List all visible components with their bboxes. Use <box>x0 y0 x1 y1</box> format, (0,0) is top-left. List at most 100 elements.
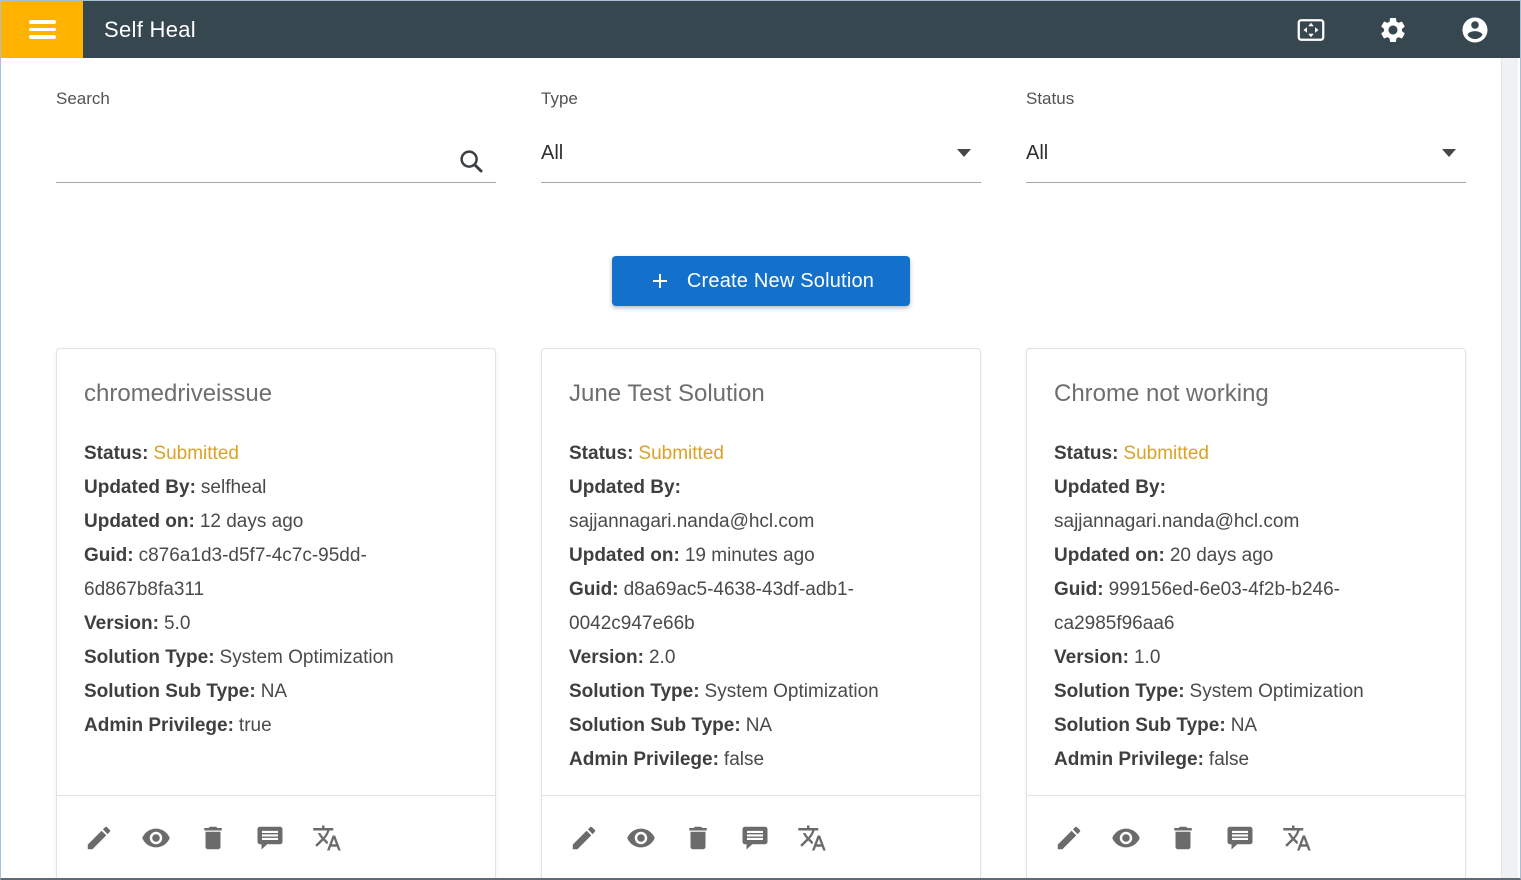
solution-details: Status:SubmittedUpdated By:sajjannagari.… <box>1054 437 1438 777</box>
field-row: Solution Sub Type:NA <box>84 675 468 709</box>
view-icon <box>141 823 171 853</box>
field-row: Solution Type:System Optimization <box>1054 675 1438 709</box>
edit-icon <box>569 823 599 853</box>
view-button[interactable] <box>626 823 656 853</box>
field-label: Solution Type: <box>1054 681 1185 702</box>
field-label: Solution Sub Type: <box>1054 715 1226 736</box>
edit-icon <box>84 823 114 853</box>
field-label: Admin Privilege: <box>1054 749 1204 770</box>
search-field <box>56 139 496 183</box>
edit-button[interactable] <box>84 823 114 853</box>
translate-button[interactable] <box>312 823 342 853</box>
overscan-icon <box>1296 15 1326 45</box>
field-label: Updated By: <box>84 477 196 498</box>
field-row: Updated By:sajjannagari.nanda@hcl.com <box>1054 471 1438 539</box>
field-row: Updated on:12 days ago <box>84 505 468 539</box>
field-row: Solution Type:System Optimization <box>84 641 468 675</box>
field-value: false <box>724 749 764 770</box>
menu-button[interactable] <box>1 1 83 58</box>
field-label: Status: <box>84 443 148 464</box>
field-value: 2.0 <box>649 647 675 668</box>
field-value: System Optimization <box>705 681 879 702</box>
create-button-row: Create New Solution <box>56 256 1466 306</box>
field-row: Status:Submitted <box>1054 437 1438 471</box>
delete-button[interactable] <box>198 823 228 853</box>
field-label: Status: <box>569 443 633 464</box>
solution-title: Chrome not working <box>1054 379 1438 409</box>
field-row: Version:5.0 <box>84 607 468 641</box>
translate-icon <box>797 823 827 853</box>
field-label: Solution Type: <box>84 647 215 668</box>
edit-button[interactable] <box>1054 823 1084 853</box>
chevron-down-icon <box>957 149 971 157</box>
solution-card: chromedriveissue Status:SubmittedUpdated… <box>56 348 496 880</box>
search-icon[interactable] <box>456 146 486 176</box>
account-button[interactable] <box>1460 15 1490 45</box>
field-row: Guid:c876a1d3-d5f7-4c7c-95dd-6d867b8fa31… <box>84 539 468 607</box>
field-value: true <box>239 715 272 736</box>
field-value: Submitted <box>638 443 724 464</box>
translate-button[interactable] <box>1282 823 1312 853</box>
view-button[interactable] <box>141 823 171 853</box>
field-row: Status:Submitted <box>569 437 953 471</box>
translate-button[interactable] <box>797 823 827 853</box>
app-window: Self Heal <box>0 0 1521 880</box>
comment-icon <box>1225 823 1255 853</box>
comment-button[interactable] <box>740 823 770 853</box>
type-value: All <box>541 139 981 167</box>
create-new-solution-button[interactable]: Create New Solution <box>612 256 910 306</box>
edit-button[interactable] <box>569 823 599 853</box>
field-value: System Optimization <box>1190 681 1364 702</box>
account-icon <box>1460 15 1490 45</box>
solution-title: chromedriveissue <box>84 379 468 409</box>
header-actions <box>1296 15 1520 45</box>
search-input[interactable] <box>56 139 436 167</box>
field-row: Version:2.0 <box>569 641 953 675</box>
type-select[interactable]: All <box>541 139 981 183</box>
field-value: selfheal <box>201 477 267 498</box>
field-label: Status: <box>1054 443 1118 464</box>
card-actions-toolbar <box>1027 795 1465 880</box>
scrollbar-track[interactable] <box>1501 58 1518 878</box>
field-row: Solution Sub Type:NA <box>1054 709 1438 743</box>
field-row: Updated By:selfheal <box>84 471 468 505</box>
comment-icon <box>740 823 770 853</box>
field-label: Admin Privilege: <box>569 749 719 770</box>
solution-details: Status:SubmittedUpdated By:selfhealUpdat… <box>84 437 468 743</box>
overscan-button[interactable] <box>1296 15 1326 45</box>
plus-icon <box>648 269 672 293</box>
view-icon <box>1111 823 1141 853</box>
card-actions-toolbar <box>57 795 495 880</box>
page-title: Self Heal <box>104 17 196 43</box>
field-row: Updated By:sajjannagari.nanda@hcl.com <box>569 471 953 539</box>
settings-button[interactable] <box>1378 15 1408 45</box>
status-select[interactable]: All <box>1026 139 1466 183</box>
delete-button[interactable] <box>1168 823 1198 853</box>
field-row: Admin Privilege:true <box>84 709 468 743</box>
field-row: Status:Submitted <box>84 437 468 471</box>
field-value: 5.0 <box>164 613 190 634</box>
field-value: sajjannagari.nanda@hcl.com <box>1054 505 1438 539</box>
field-row: Version:1.0 <box>1054 641 1438 675</box>
field-value: Submitted <box>1123 443 1209 464</box>
app-bar: Self Heal <box>1 1 1520 58</box>
hamburger-icon <box>29 16 56 43</box>
solution-card: June Test Solution Status:SubmittedUpdat… <box>541 348 981 880</box>
field-row: Updated on:19 minutes ago <box>569 539 953 573</box>
field-value: false <box>1209 749 1249 770</box>
field-label: Version: <box>1054 647 1129 668</box>
view-icon <box>626 823 656 853</box>
comment-button[interactable] <box>1225 823 1255 853</box>
translate-icon <box>1282 823 1312 853</box>
field-label: Solution Sub Type: <box>84 681 256 702</box>
solution-card: Chrome not working Status:SubmittedUpdat… <box>1026 348 1466 880</box>
view-button[interactable] <box>1111 823 1141 853</box>
delete-button[interactable] <box>683 823 713 853</box>
field-label: Updated on: <box>569 545 680 566</box>
comment-button[interactable] <box>255 823 285 853</box>
delete-icon <box>1168 823 1198 853</box>
field-row: Updated on:20 days ago <box>1054 539 1438 573</box>
status-value: All <box>1026 139 1466 167</box>
field-label: Version: <box>84 613 159 634</box>
field-row: Admin Privilege:false <box>569 743 953 777</box>
